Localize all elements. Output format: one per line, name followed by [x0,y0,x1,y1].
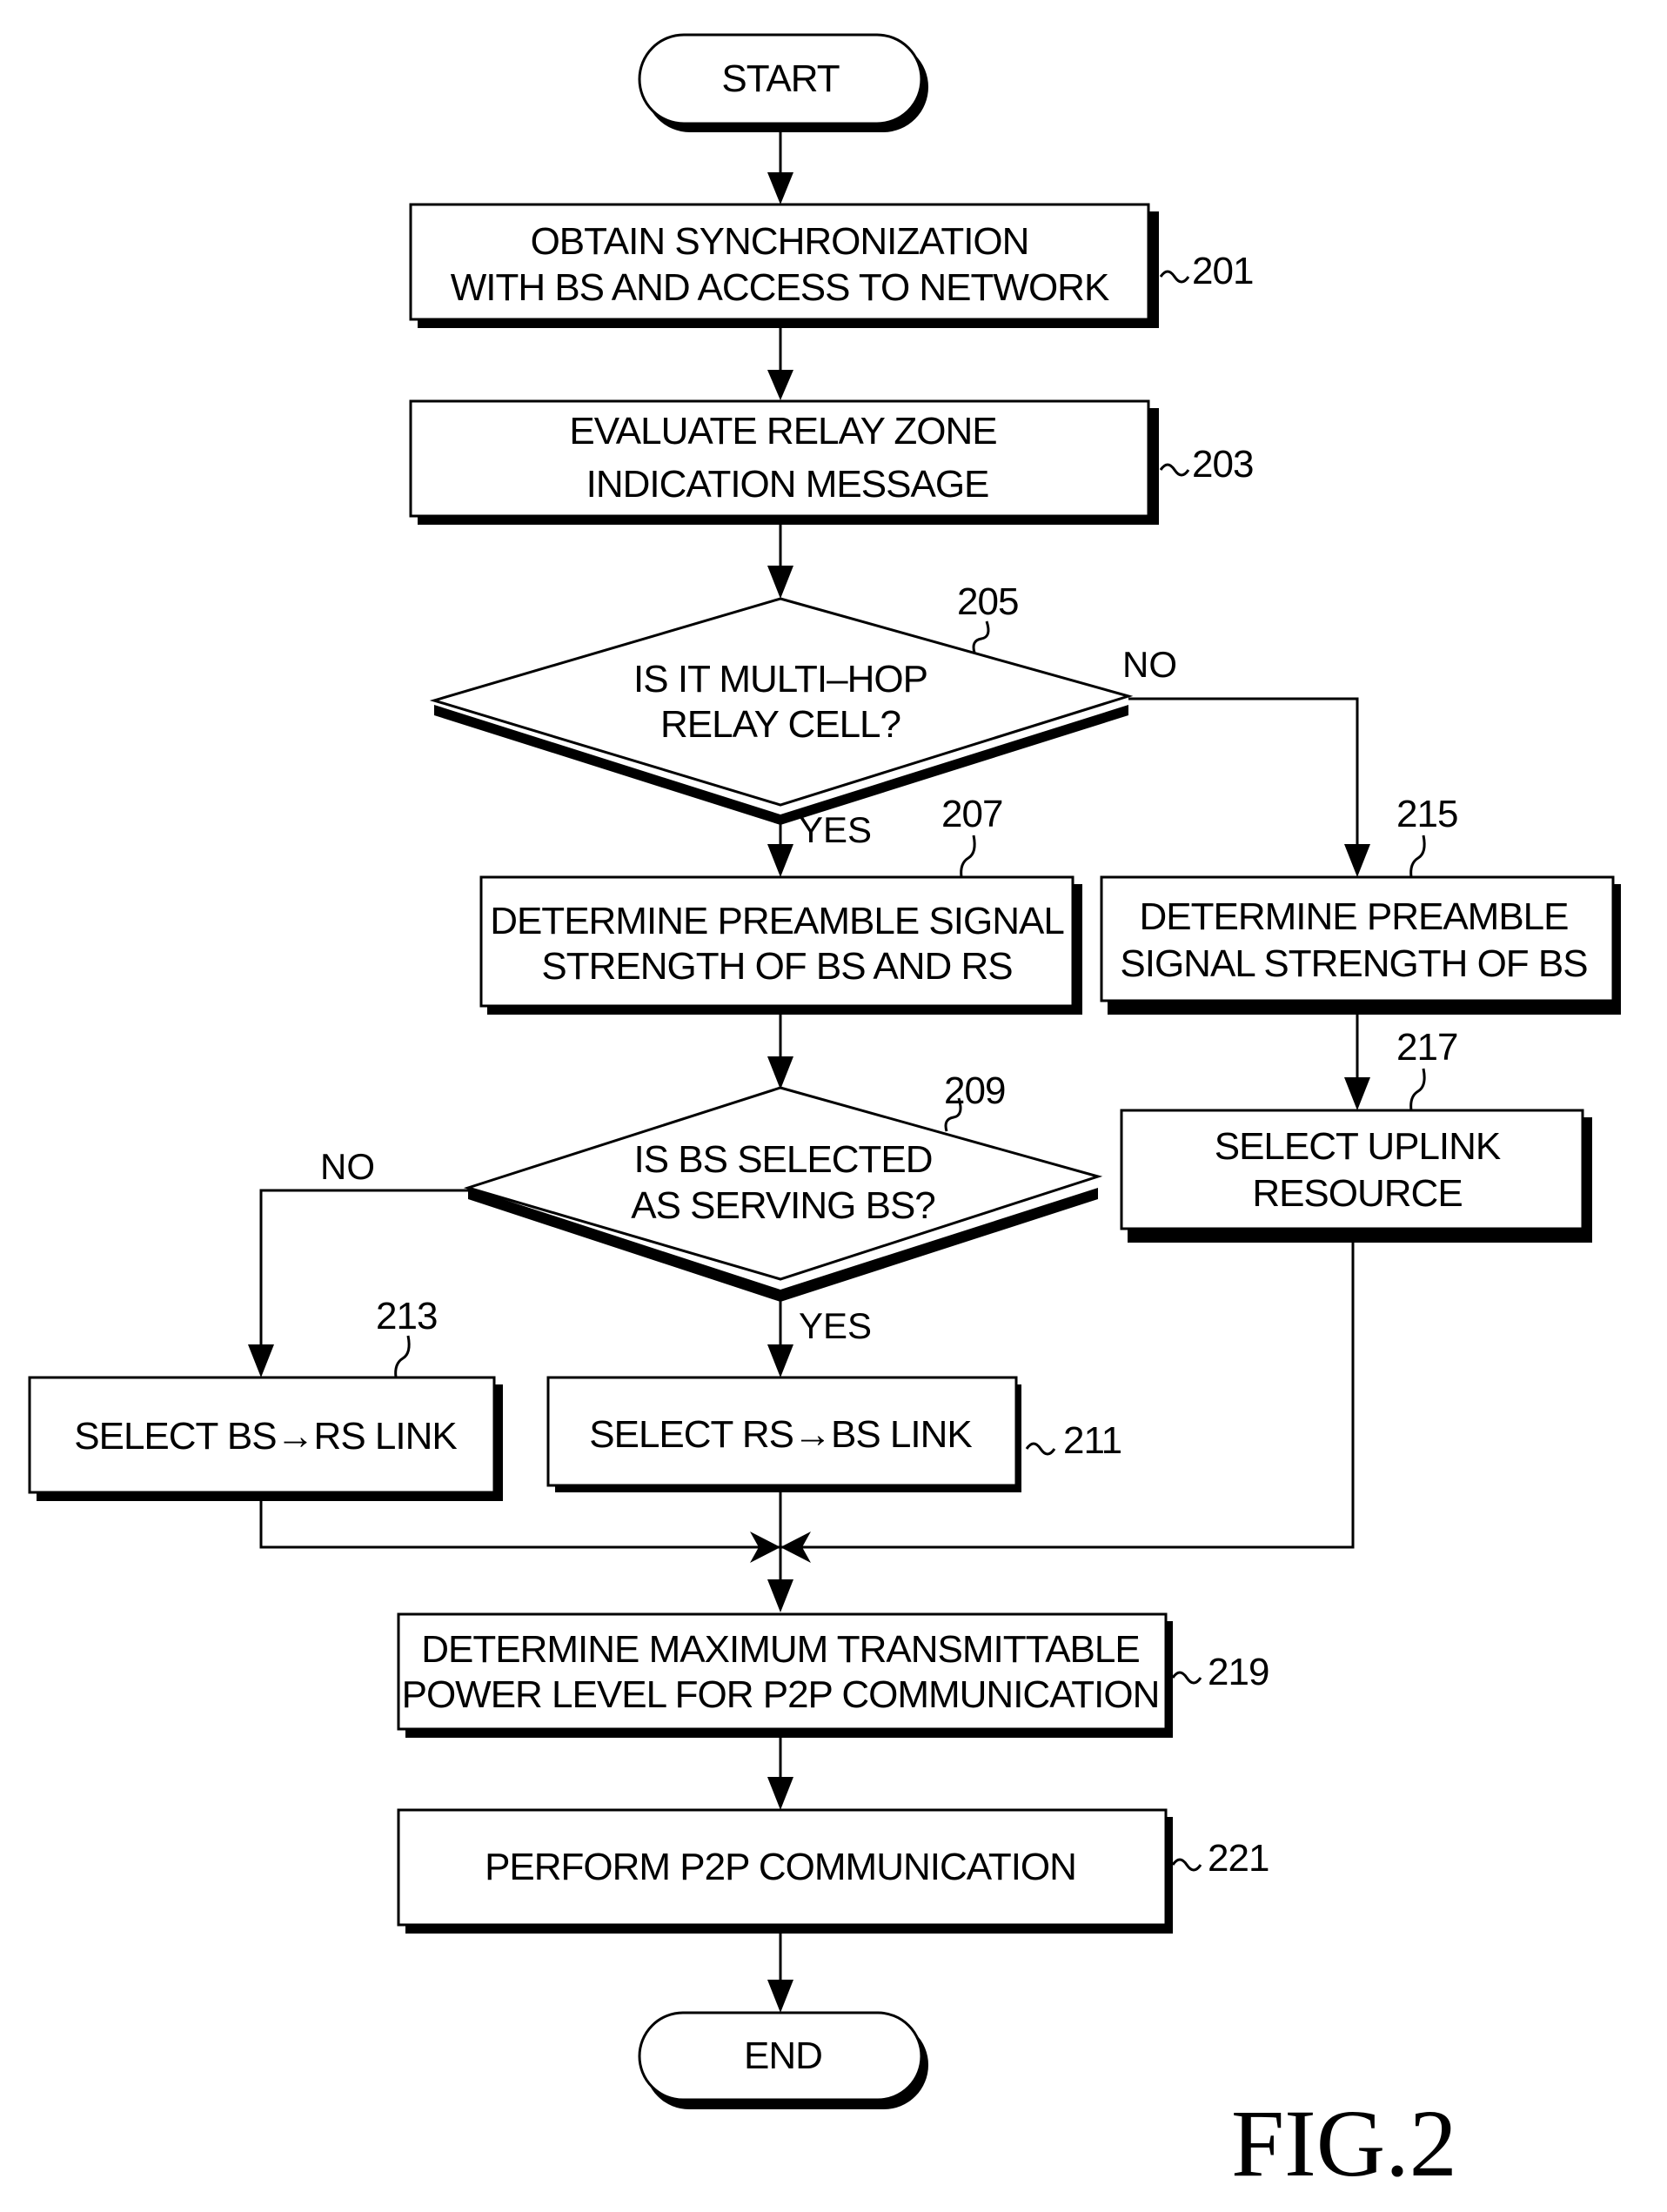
step-201-line-2: WITH BS AND ACCESS TO NETWORK [451,266,1109,309]
connector-213-merge [259,1501,780,1549]
arrow-head [767,370,793,400]
decision-209-line-1: IS BS SELECTED [633,1138,932,1181]
arrow-head [767,1344,793,1377]
step-203-line-1: EVALUATE RELAY ZONE [569,410,996,452]
flowchart: START OBTAIN SYNCHRONIZATION WITH BS AND… [28,33,1621,2196]
ref-leader-217 [1409,1068,1426,1111]
start-terminal: START [638,33,928,132]
step-201-line-1: OBTAIN SYNCHRONIZATION [531,220,1029,263]
arrow-head [767,1579,793,1612]
step-217-line-2: RESOURCE [1252,1172,1462,1215]
step-215-line-2: SIGNAL STRENGTH OF BS [1120,942,1587,985]
step-201-box: OBTAIN SYNCHRONIZATION WITH BS AND ACCES… [409,203,1159,328]
ref-207: 207 [941,793,1002,835]
step-207-box: DETERMINE PREAMBLE SIGNAL STRENGTH OF BS… [479,875,1082,1015]
ref-203: 203 [1192,443,1253,486]
step-219-box: DETERMINE MAXIMUM TRANSMITTABLE POWER LE… [397,1612,1173,1738]
decision-205: IS IT MULTI–HOP RELAY CELL? [429,597,1134,825]
step-221-line-1: PERFORM P2P COMMUNICATION [485,1846,1076,1888]
decision-209-line-2: AS SERVING BS? [631,1184,935,1227]
step-211-line-1: SELECT RS→BS LINK [589,1413,972,1456]
arrow-head [767,1056,793,1089]
ref-leader-207 [960,835,976,878]
ref-209: 209 [944,1069,1005,1112]
ref-205: 205 [957,580,1018,623]
start-label: START [721,57,839,100]
ref-leader-201 [1159,270,1190,284]
decision-209-yes-label: YES [799,1305,872,1346]
step-207-line-1: DETERMINE PREAMBLE SIGNAL [490,900,1064,942]
ref-leader-219 [1171,1671,1202,1685]
step-215-box: DETERMINE PREAMBLE SIGNAL STRENGTH OF BS [1100,875,1621,1015]
ref-221: 221 [1208,1837,1269,1880]
arrow-head [1344,1077,1370,1110]
decision-205-yes-label: YES [799,809,872,850]
connector-205-215 [1128,697,1359,870]
step-213-box: SELECT BS→RS LINK [28,1376,503,1501]
decision-205-line-2: RELAY CELL? [660,703,900,746]
ref-215: 215 [1396,793,1457,835]
ref-217: 217 [1396,1026,1457,1069]
arrow-head [1344,844,1370,877]
step-221-box: PERFORM P2P COMMUNICATION [397,1808,1173,1934]
ref-219: 219 [1208,1651,1269,1693]
arrow-head [767,172,793,204]
figure-label: FIG.2 [1231,2090,1457,2196]
ref-211: 211 [1063,1419,1121,1462]
ref-leader-213 [394,1335,411,1378]
ref-213: 213 [376,1295,437,1337]
arrow-head [248,1344,274,1377]
ref-leader-211 [1025,1442,1056,1456]
ref-leader-203 [1159,463,1190,477]
end-label: END [744,2034,822,2077]
step-217-line-1: SELECT UPLINK [1215,1125,1501,1168]
step-215-line-1: DETERMINE PREAMBLE [1140,895,1569,938]
step-219-line-1: DETERMINE MAXIMUM TRANSMITTABLE [421,1628,1139,1671]
step-203-line-2: INDICATION MESSAGE [586,463,989,506]
ref-leader-205 [972,620,990,654]
step-203-box: EVALUATE RELAY ZONE INDICATION MESSAGE [409,399,1159,525]
ref-leader-221 [1171,1858,1202,1872]
decision-205-no-label: NO [1122,644,1177,685]
arrow-head [767,844,793,877]
end-terminal: END [638,2011,928,2109]
ref-leader-215 [1409,835,1426,878]
decision-205-line-1: IS IT MULTI–HOP [633,658,927,700]
connector-209-213 [259,1189,468,1371]
ref-201: 201 [1192,250,1253,292]
step-207-line-2: STRENGTH OF BS AND RS [541,945,1012,988]
step-211-box: SELECT RS→BS LINK [546,1376,1021,1492]
step-219-line-2: POWER LEVEL FOR P2P COMMUNICATION [402,1673,1160,1716]
decision-209: IS BS SELECTED AS SERVING BS? [463,1086,1103,1302]
arrow-head [767,1980,793,2013]
step-213-line-1: SELECT BS→RS LINK [74,1415,457,1458]
arrow-head [767,1777,793,1810]
decision-209-no-label: NO [320,1146,375,1187]
step-217-box: SELECT UPLINK RESOURCE [1120,1109,1592,1243]
arrow-head [767,566,793,599]
